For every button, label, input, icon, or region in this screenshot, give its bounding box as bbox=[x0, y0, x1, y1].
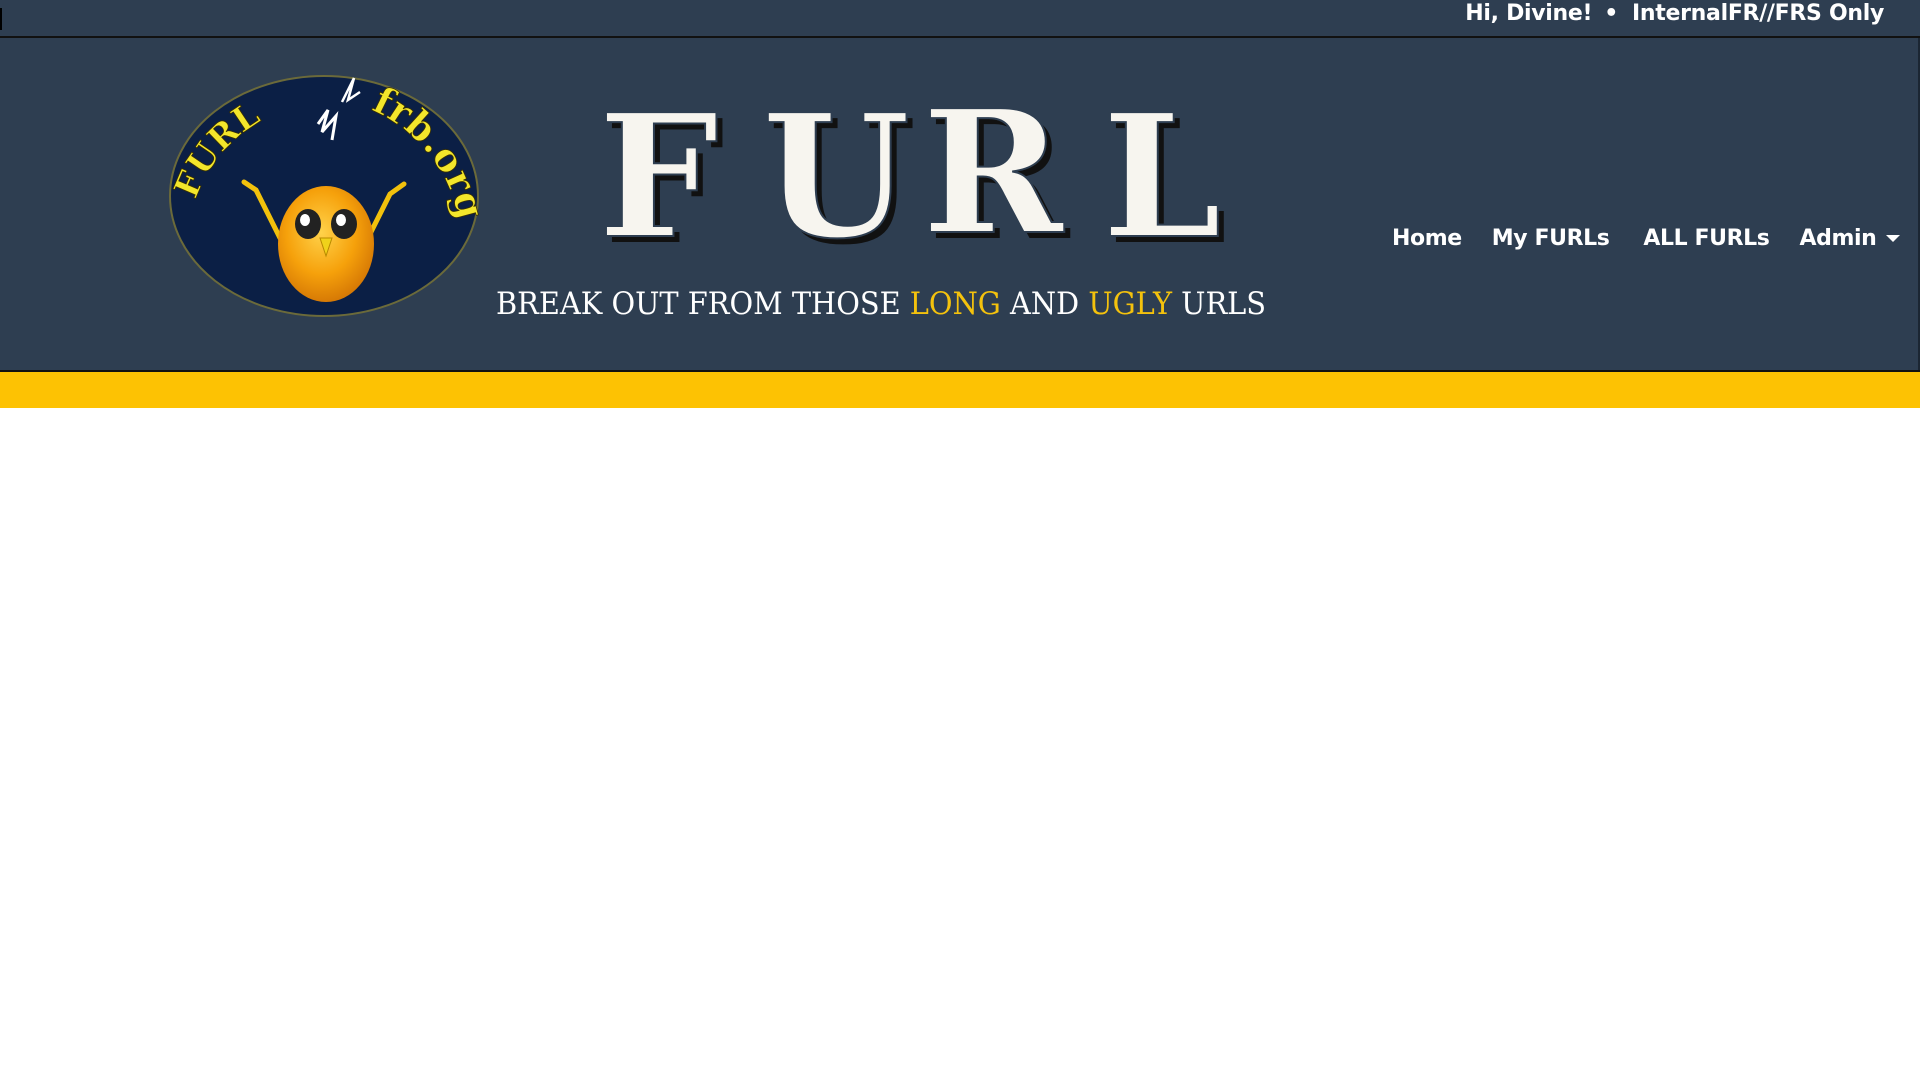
nav-admin-dropdown[interactable]: Admin bbox=[1800, 226, 1901, 251]
title-letter-f: F bbox=[598, 77, 719, 272]
caret-down-icon bbox=[1886, 235, 1901, 242]
classification-label: InternalFR//FRS Only bbox=[1632, 1, 1884, 26]
title-letter-l: L bbox=[1102, 77, 1222, 272]
nav-all-furls-link[interactable]: ALL FURLs bbox=[1643, 226, 1769, 251]
tagline-part-1: BREAK OUT FROM THOSE bbox=[496, 286, 910, 322]
nav-my-furls-link[interactable]: My FURLs bbox=[1492, 226, 1610, 251]
tagline-highlight-ugly: UGLY bbox=[1088, 286, 1172, 322]
tagline-highlight-long: LONG bbox=[909, 286, 1001, 322]
nav-home-link[interactable]: Home bbox=[1392, 226, 1462, 251]
top-bar: Hi, Divine! • InternalFR//FRS Only bbox=[0, 0, 1920, 38]
user-greeting: Hi, Divine! bbox=[1465, 1, 1593, 26]
tagline: BREAK OUT FROM THOSE LONG AND UGLY URLS bbox=[496, 286, 1266, 322]
user-greeting-area: Hi, Divine! • InternalFR//FRS Only bbox=[1465, 0, 1884, 30]
tagline-part-3: URLS bbox=[1171, 286, 1267, 322]
furl-title: F F U U R R L L bbox=[597, 72, 1228, 272]
title-letter-u: U bbox=[762, 77, 910, 272]
title-letter-r: R bbox=[922, 73, 1065, 272]
nav-admin-label: Admin bbox=[1799, 225, 1877, 251]
accent-bar bbox=[0, 372, 1920, 408]
window-edge bbox=[0, 8, 2, 30]
separator-dot: • bbox=[1604, 1, 1619, 26]
furl-logo[interactable]: FURL frb.org bbox=[168, 74, 480, 318]
tagline-part-2: AND bbox=[1000, 286, 1089, 322]
main-nav: Home My FURLs ALL FURLs Admin bbox=[1392, 218, 1901, 258]
chick-mascot-icon bbox=[278, 186, 374, 302]
